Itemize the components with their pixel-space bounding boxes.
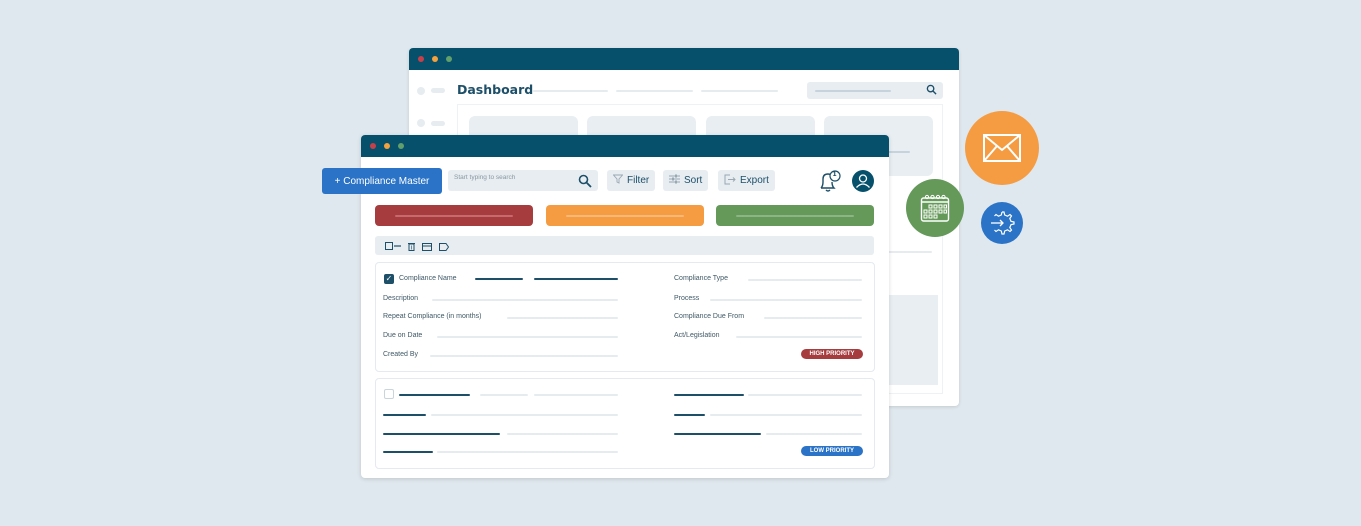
value-placeholder [431, 414, 618, 416]
value-placeholder [383, 433, 500, 435]
add-compliance-master-button[interactable]: + Compliance Master [322, 168, 442, 194]
search-bar[interactable] [448, 170, 598, 191]
summary-line [395, 215, 513, 217]
search-input[interactable] [454, 174, 569, 181]
calendar-icon [920, 194, 950, 222]
gear-arrow-icon [991, 211, 1015, 235]
automation-badge [981, 202, 1023, 244]
filter-label: Filter [627, 175, 650, 186]
search-placeholder-line [815, 90, 891, 92]
minimize-dot[interactable] [432, 56, 438, 62]
tag-icon[interactable] [439, 236, 450, 255]
field-label: Due on Date [383, 332, 423, 339]
page-title: Dashboard [457, 82, 534, 97]
summary-line [566, 215, 684, 217]
value-placeholder [437, 336, 618, 338]
value-placeholder [710, 414, 862, 416]
value-placeholder [383, 451, 433, 453]
notification-count: 1 [832, 170, 837, 178]
bulk-action-toolbar [375, 236, 874, 255]
trash-icon[interactable] [408, 236, 415, 255]
field-label: Compliance Name [399, 275, 457, 282]
sidebar-label-placeholder [431, 121, 445, 126]
sort-button[interactable]: Sort [663, 170, 709, 191]
field-label: Description [383, 295, 419, 302]
mail-badge [965, 111, 1039, 185]
notification-button[interactable]: 1 [817, 169, 843, 197]
priority-badge: LOW PRIORITY [801, 446, 863, 456]
select-all-icon[interactable] [385, 236, 401, 255]
value-placeholder [432, 299, 618, 301]
filter-icon [612, 174, 624, 187]
close-dot[interactable] [370, 143, 376, 149]
compliance-record[interactable]: ✓ Compliance Name Description Repeat Com… [375, 262, 875, 372]
close-dot[interactable] [418, 56, 424, 62]
value-placeholder [480, 394, 528, 396]
field-label: Repeat Compliance (in months) [383, 313, 482, 320]
value-placeholder [534, 278, 618, 280]
summary-line [736, 215, 854, 217]
dashboard-titlebar [409, 48, 959, 70]
sidebar-icon[interactable] [417, 119, 425, 127]
value-placeholder [674, 394, 744, 396]
value-placeholder [507, 433, 618, 435]
value-placeholder [437, 451, 618, 453]
field-label: Act/Legislation [674, 332, 720, 339]
value-placeholder [748, 394, 862, 396]
value-placeholder [674, 433, 761, 435]
value-placeholder [710, 299, 862, 301]
archive-icon[interactable] [422, 236, 432, 255]
compliance-titlebar [361, 135, 889, 157]
export-label: Export [740, 175, 769, 186]
user-avatar[interactable] [852, 170, 874, 192]
value-placeholder [736, 336, 862, 338]
bell-icon [820, 170, 841, 192]
search-icon[interactable] [926, 84, 937, 98]
value-placeholder [430, 355, 618, 357]
high-priority-summary[interactable] [375, 205, 533, 226]
export-button[interactable]: Export [718, 170, 775, 191]
maximize-dot[interactable] [446, 56, 452, 62]
nav-placeholder [616, 90, 693, 92]
value-placeholder [507, 317, 618, 319]
list-placeholder [888, 251, 932, 253]
value-placeholder [383, 414, 426, 416]
record-checkbox[interactable] [384, 389, 394, 399]
sort-icon [669, 174, 680, 187]
field-label: Created By [383, 351, 419, 358]
nav-placeholder [701, 90, 778, 92]
value-placeholder [764, 317, 862, 319]
record-checkbox[interactable]: ✓ [384, 274, 394, 284]
maximize-dot[interactable] [398, 143, 404, 149]
calendar-badge [906, 179, 964, 237]
field-label: Compliance Type [674, 275, 728, 282]
value-placeholder [534, 394, 618, 396]
search-icon[interactable] [578, 173, 592, 192]
dashboard-search[interactable] [807, 82, 943, 99]
value-placeholder [475, 278, 523, 280]
minimize-dot[interactable] [384, 143, 390, 149]
sort-label: Sort [684, 175, 703, 186]
value-placeholder [748, 279, 862, 281]
value-placeholder [674, 414, 705, 416]
value-placeholder [766, 433, 862, 435]
medium-priority-summary[interactable] [546, 205, 704, 226]
priority-badge: HIGH PRIORITY [801, 349, 863, 359]
field-label: Compliance Due From [674, 313, 745, 320]
filter-button[interactable]: Filter [607, 170, 656, 191]
field-label: Process [674, 295, 700, 302]
nav-placeholder [533, 90, 608, 92]
sidebar-icon[interactable] [417, 87, 425, 95]
value-placeholder [399, 394, 470, 396]
low-priority-summary[interactable] [716, 205, 874, 226]
compliance-record[interactable]: LOW PRIORITY [375, 378, 875, 469]
user-icon [856, 174, 870, 188]
mail-icon [983, 134, 1021, 162]
export-icon [724, 174, 736, 188]
sidebar-label-placeholder [431, 88, 445, 93]
